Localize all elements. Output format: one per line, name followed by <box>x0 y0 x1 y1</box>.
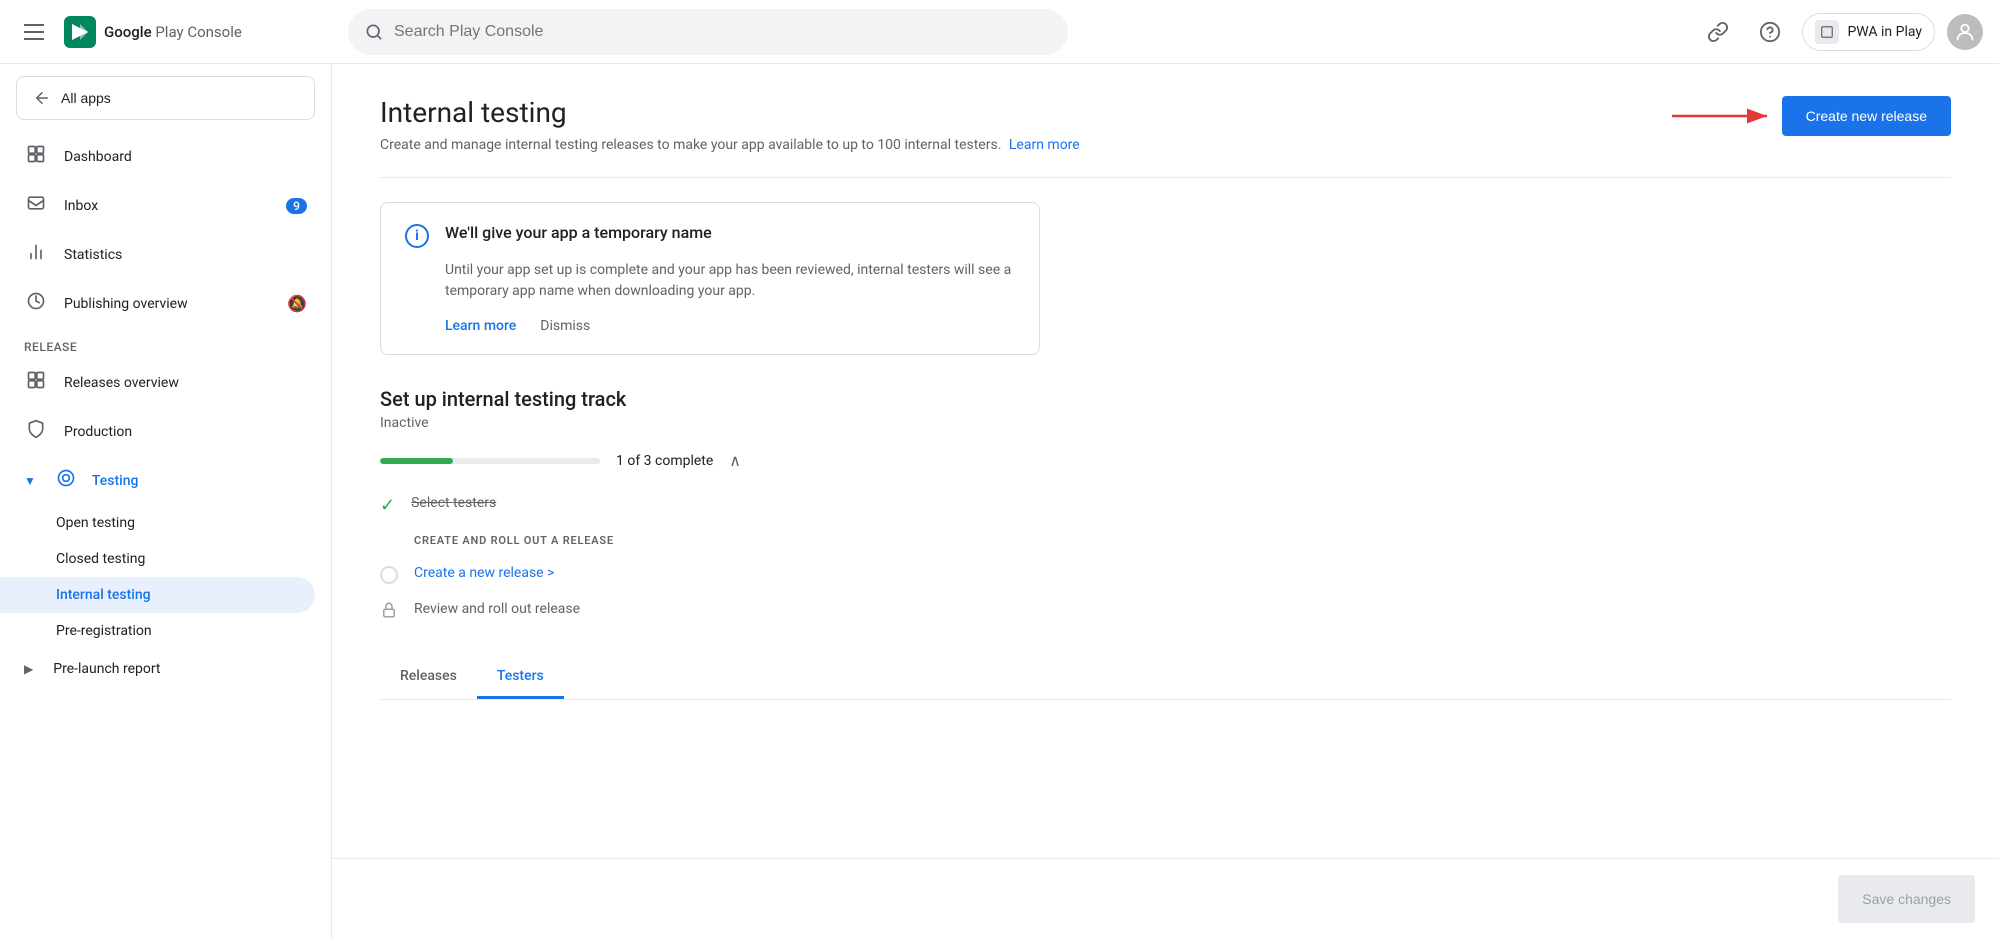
topnav: Google Play Console PWA in Play <box>0 0 1999 64</box>
info-card-body: Until your app set up is complete and yo… <box>445 260 1015 302</box>
footer: Save changes <box>332 858 1999 939</box>
setup-track-title: Set up internal testing track <box>380 387 1951 411</box>
info-icon: i <box>405 224 429 248</box>
pre-launch-expand-icon: ▶ <box>24 662 33 676</box>
learn-more-header-link[interactable]: Learn more <box>1009 137 1080 153</box>
sidebar-item-dashboard[interactable]: Dashboard <box>0 132 331 181</box>
sidebar-item-inbox[interactable]: Inbox 9 <box>0 181 331 230</box>
releases-overview-icon <box>24 370 48 395</box>
dashboard-icon <box>24 144 48 169</box>
page-header: Internal testing Create and manage inter… <box>380 96 1951 153</box>
red-arrow-annotation <box>1662 96 1782 136</box>
step-label-select-testers: Select testers <box>411 494 496 514</box>
sidebar-sub-item-label: Internal testing <box>56 587 151 603</box>
search-icon <box>364 22 384 42</box>
sidebar-item-label: Dashboard <box>64 149 132 165</box>
setup-track-section: Set up internal testing track Inactive 1… <box>380 387 1951 700</box>
main-content: Internal testing Create and manage inter… <box>332 64 1999 858</box>
step-list: ✓ Select testers CREATE AND ROLL OUT A R… <box>380 494 1951 624</box>
tab-releases[interactable]: Releases <box>380 656 477 699</box>
sidebar-item-open-testing[interactable]: Open testing <box>0 505 331 541</box>
tabs-row: Releases Testers <box>380 656 1951 700</box>
progress-bar-fill <box>380 458 453 464</box>
dismiss-link[interactable]: Dismiss <box>540 318 590 334</box>
all-apps-button[interactable]: All apps <box>16 76 315 120</box>
sidebar: All apps Dashboard Inbox 9 Statistics <box>0 64 332 939</box>
progress-bar <box>380 458 600 464</box>
lock-icon <box>380 601 398 624</box>
sidebar-item-label: Statistics <box>64 247 122 263</box>
all-apps-label: All apps <box>61 90 111 106</box>
progress-text: 1 of 3 complete <box>616 453 713 469</box>
link-icon[interactable] <box>1698 12 1738 52</box>
info-card-header: i We'll give your app a temporary name <box>405 223 1015 248</box>
save-changes-button[interactable]: Save changes <box>1838 875 1975 923</box>
sidebar-item-releases-overview[interactable]: Releases overview <box>0 358 331 407</box>
sidebar-item-label: Inbox <box>64 198 98 214</box>
help-icon[interactable] <box>1750 12 1790 52</box>
info-learn-more-link[interactable]: Learn more <box>445 318 516 334</box>
progress-chevron-icon[interactable]: ∧ <box>729 451 741 470</box>
check-icon: ✓ <box>380 495 395 516</box>
release-section-label: Release <box>0 328 331 358</box>
inbox-icon <box>24 193 48 218</box>
create-btn-area: Create new release <box>1662 96 1951 136</box>
sidebar-item-label: Publishing overview <box>64 296 188 312</box>
tab-testers[interactable]: Testers <box>477 656 564 699</box>
step-label-create-release[interactable]: Create a new release > <box>414 564 554 584</box>
step-section-label: CREATE AND ROLL OUT A RELEASE <box>380 532 1951 548</box>
play-console-logo-icon <box>64 16 96 48</box>
sidebar-item-testing[interactable]: ▼ Testing <box>0 456 331 505</box>
step-circle-icon <box>380 566 398 584</box>
notification-off-icon: 🔕 <box>287 294 307 313</box>
search-input[interactable] <box>394 23 1052 41</box>
sidebar-item-statistics[interactable]: Statistics <box>0 230 331 279</box>
setup-track-status: Inactive <box>380 415 1951 431</box>
sidebar-item-pre-launch-report[interactable]: ▶ Pre-launch report <box>0 649 331 689</box>
sidebar-item-pre-registration[interactable]: Pre-registration <box>0 613 331 649</box>
publishing-overview-icon <box>24 291 48 316</box>
main-layout: All apps Dashboard Inbox 9 Statistics <box>0 64 1999 939</box>
logo-text: Google Play Console <box>104 23 242 41</box>
page-header-text: Internal testing Create and manage inter… <box>380 96 1080 153</box>
app-chip[interactable]: PWA in Play <box>1802 13 1935 51</box>
step-review-rollout: Review and roll out release <box>380 600 1951 624</box>
step-select-testers: ✓ Select testers <box>380 494 1951 516</box>
app-name: PWA in Play <box>1847 24 1922 40</box>
topnav-right: PWA in Play <box>1698 12 1983 52</box>
production-icon <box>24 419 48 444</box>
info-card-title: We'll give your app a temporary name <box>445 223 712 242</box>
back-arrow-icon <box>33 89 51 107</box>
step-label-review-rollout: Review and roll out release <box>414 600 580 620</box>
user-avatar[interactable] <box>1947 14 1983 50</box>
sidebar-item-label: Production <box>64 424 132 440</box>
header-divider <box>380 177 1951 178</box>
topnav-left: Google Play Console <box>16 16 348 48</box>
info-card-actions: Learn more Dismiss <box>445 318 1015 334</box>
sidebar-sub-item-label: Open testing <box>56 515 135 531</box>
testing-icon <box>56 468 76 493</box>
sidebar-sub-item-label: Closed testing <box>56 551 145 567</box>
sidebar-item-production[interactable]: Production <box>0 407 331 456</box>
sidebar-sub-item-label: Pre-registration <box>56 623 152 639</box>
statistics-icon <box>24 242 48 267</box>
sidebar-item-label: Testing <box>92 473 139 489</box>
sidebar-item-publishing-overview[interactable]: Publishing overview 🔕 <box>0 279 331 328</box>
page-title: Internal testing <box>380 96 1080 129</box>
sidebar-item-closed-testing[interactable]: Closed testing <box>0 541 331 577</box>
sidebar-item-internal-testing[interactable]: Internal testing <box>0 577 315 613</box>
search-bar[interactable] <box>348 9 1068 55</box>
page-subtitle: Create and manage internal testing relea… <box>380 137 1080 153</box>
inbox-badge: 9 <box>286 198 307 214</box>
sidebar-item-label: Pre-launch report <box>53 661 160 677</box>
sidebar-item-label: Releases overview <box>64 375 179 391</box>
hamburger-menu-icon[interactable] <box>16 16 52 48</box>
info-card: i We'll give your app a temporary name U… <box>380 202 1040 355</box>
step-create-release[interactable]: Create a new release > <box>380 564 1951 584</box>
create-new-release-button[interactable]: Create new release <box>1782 96 1951 136</box>
testing-expand-arrow-icon: ▼ <box>24 474 36 488</box>
progress-area: 1 of 3 complete ∧ <box>380 451 1951 470</box>
logo-area: Google Play Console <box>64 16 242 48</box>
